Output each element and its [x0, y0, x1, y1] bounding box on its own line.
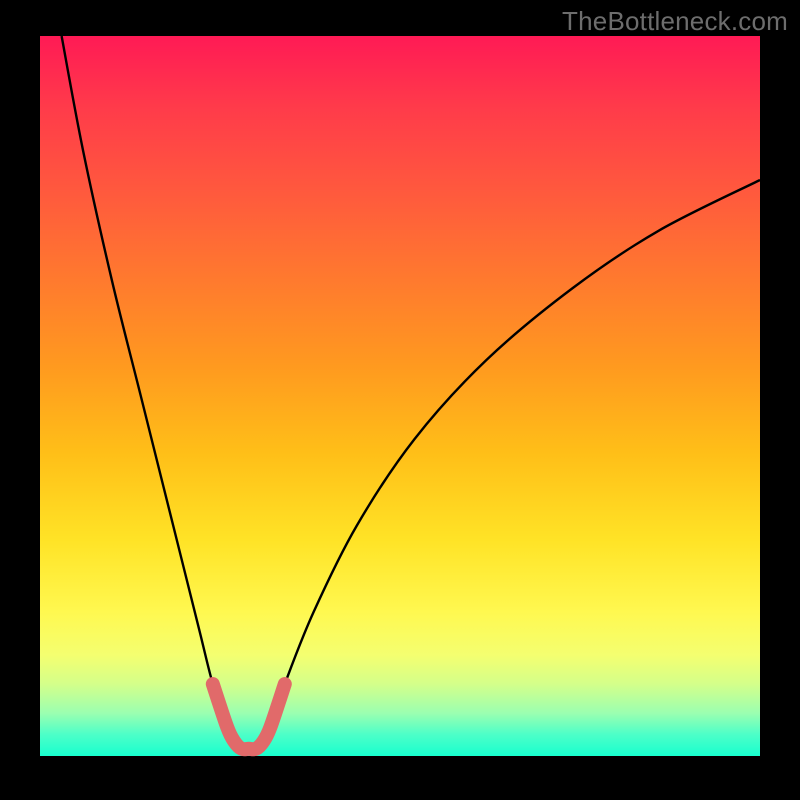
curve-layer — [40, 36, 760, 756]
watermark-text: TheBottleneck.com — [562, 6, 788, 37]
chart-frame: TheBottleneck.com — [0, 0, 800, 800]
plot-area — [40, 36, 760, 756]
highlight-segment — [213, 684, 285, 749]
bottleneck-curve — [62, 36, 760, 749]
